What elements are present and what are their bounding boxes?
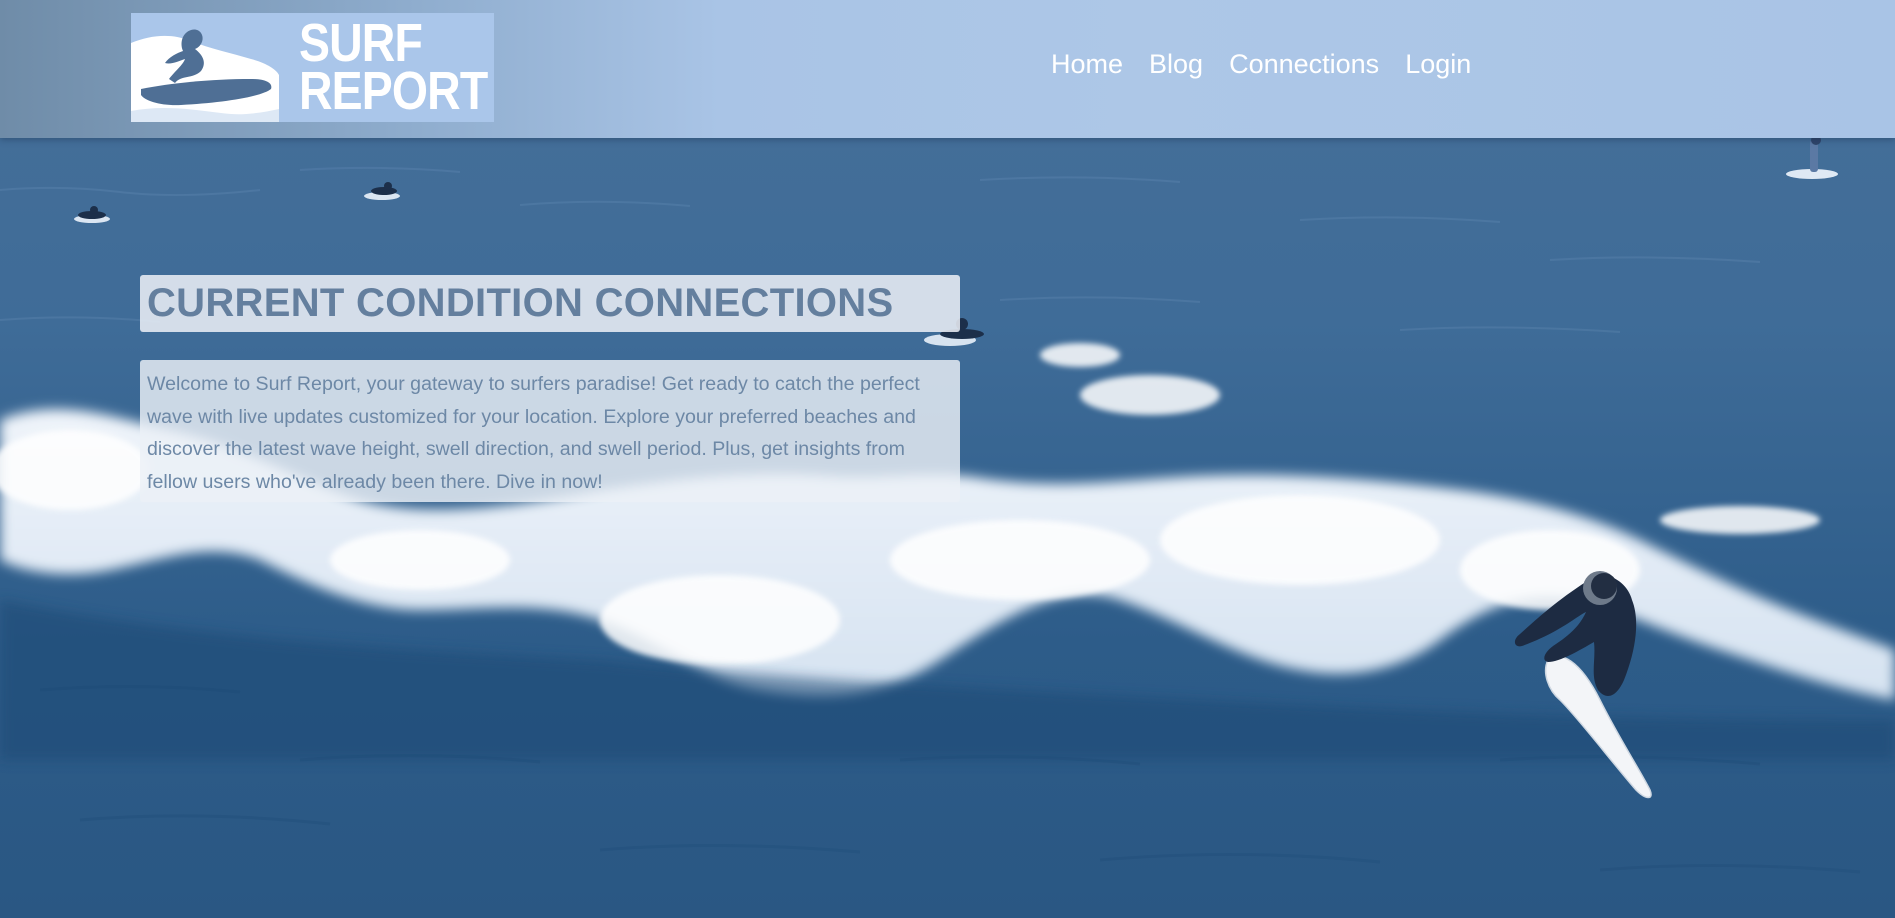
- page-title: CURRENT CONDITION CONNECTIONS: [147, 281, 894, 325]
- nav-link-login[interactable]: Login: [1405, 46, 1471, 82]
- logo-text: SURF REPORT: [299, 13, 488, 121]
- headline-panel: CURRENT CONDITION CONNECTIONS: [140, 275, 960, 332]
- surf-report-logo[interactable]: SURF REPORT: [131, 13, 494, 122]
- page: SURF REPORT Home Blog Connections Login …: [0, 0, 1895, 918]
- intro-paragraph: Welcome to Surf Report, your gateway to …: [147, 373, 920, 493]
- intro-panel: Welcome to Surf Report, your gateway to …: [140, 360, 960, 502]
- nav-link-connections[interactable]: Connections: [1229, 46, 1379, 82]
- main-nav: Home Blog Connections Login: [1051, 46, 1497, 82]
- nav-link-blog[interactable]: Blog: [1149, 46, 1203, 82]
- logo-line-surf: SURF: [299, 13, 423, 73]
- site-header: SURF REPORT Home Blog Connections Login: [0, 0, 1895, 138]
- logo-line-report: REPORT: [299, 61, 488, 121]
- nav-link-home[interactable]: Home: [1051, 46, 1123, 82]
